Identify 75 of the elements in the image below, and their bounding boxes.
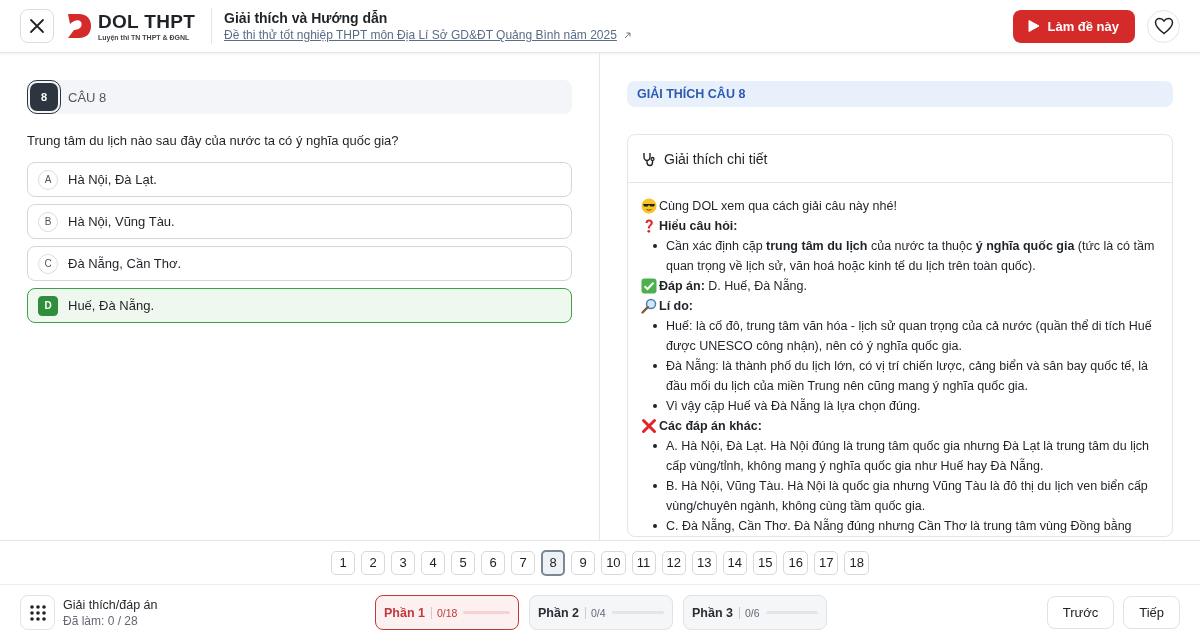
page-number-button[interactable]: 12: [661, 550, 687, 575]
magnifier-icon: [641, 298, 657, 314]
smiley-sunglasses-icon: [641, 198, 657, 214]
section-label: Phần 3: [692, 605, 733, 620]
page-title: Giải thích và Hướng dẫn: [224, 10, 389, 26]
question-label: CÂU 8: [68, 89, 107, 105]
page-number-button[interactable]: 11: [631, 550, 656, 575]
start-button[interactable]: Làm đề này: [1013, 9, 1135, 43]
page-number-button[interactable]: 2: [361, 550, 386, 575]
page-number-button[interactable]: 14: [722, 550, 747, 575]
question-number: 8: [30, 83, 58, 111]
page-number-button[interactable]: 10: [601, 550, 626, 575]
stethoscope-icon: [640, 150, 656, 167]
answer-option[interactable]: A Hà Nội, Đà Lạt.: [27, 162, 572, 197]
page-number-button[interactable]: 3: [391, 550, 416, 575]
explanation-text: Cùng DOL xem qua cách giải câu này nhé!: [659, 198, 897, 215]
explanation-bullet: C. Đà Nẵng, Cần Thơ. Đà Nẵng đúng nhưng Cần Thơ là trung tâm vùng Đồng bằng: [666, 517, 1132, 535]
page-number-button[interactable]: 7: [511, 550, 536, 575]
section-tab[interactable]: Phần 1 0/18: [375, 595, 519, 630]
next-button[interactable]: Tiếp: [1123, 596, 1180, 629]
previous-button[interactable]: Trước: [1046, 596, 1115, 629]
option-text: Đà Nẵng, Cần Thơ.: [68, 256, 182, 271]
section-count: 0/4: [585, 606, 606, 619]
heart-icon: [1153, 17, 1174, 35]
explanation-text: Lí do:: [659, 298, 693, 315]
cross-mark-icon: [641, 418, 657, 434]
play-icon: [1027, 19, 1041, 33]
option-text: Huế, Đà Nẵng.: [68, 298, 154, 313]
card-title: Giải thích chi tiết: [664, 150, 768, 167]
brand-name: DOL THPT: [98, 11, 196, 32]
page-number-button[interactable]: 15: [753, 550, 778, 575]
page-number-button[interactable]: 6: [481, 550, 506, 575]
explanation-bullet: Đà Nẵng: là thành phố du lịch lớn, có vị trí chiến lược, cảng biển và sân bay quốc tế, là đầu mối du lịch của miền Trung nên cũng mang ý nghĩa quốc gia.: [666, 357, 1149, 395]
section-count: 0/18: [431, 606, 458, 619]
page-number-button[interactable]: 17: [813, 550, 839, 575]
page-number-button[interactable]: 18: [844, 550, 869, 575]
explanation-bullet: Cần xác định cặp trung tâm du lịch của nước ta thuộc ý nghĩa quốc gia (tức là có tầm quan trọng về lịch sử, văn hoá hoặc kinh tế du lịch trên toàn quốc).: [666, 238, 1156, 275]
option-text: Hà Nội, Đà Lạt.: [68, 172, 157, 187]
explanation-bullet: A. Hà Nội, Đà Lạt. Hà Nội đúng là trung tâm quốc gia nhưng Đà Lạt là trung tâm du lịch cấp vùng/tỉnh, không mang ý nghĩa quốc gia như Huế hay Đà Nẵng.: [666, 438, 1150, 475]
question-text: Trung tâm du lịch nào sau đây của nước ta có ý nghĩa quốc gia?: [27, 133, 400, 148]
section-label: Phần 1: [384, 605, 425, 620]
grid-icon: [28, 603, 47, 622]
page-number-button[interactable]: 4: [421, 550, 446, 575]
answer-option[interactable]: D Huế, Đà Nẵng.: [27, 288, 572, 323]
page-number-button[interactable]: 5: [451, 550, 476, 575]
explanation-bullet: Huế: là cố đô, trung tâm văn hóa - lịch sử quan trọng của cả nước (quần thể di tích Huế được UNESCO công nhận), nên có ý nghĩa quốc gia.: [666, 318, 1153, 355]
logo-icon: [66, 12, 92, 40]
mode-label: Giải thích/đáp án: [63, 597, 158, 612]
option-letter: D: [38, 295, 58, 316]
favorite-button[interactable]: [1147, 9, 1180, 43]
section-tab[interactable]: Phần 3 0/6: [683, 595, 827, 630]
option-text: Hà Nội, Vũng Tàu.: [68, 214, 175, 229]
explanation-text: Đáp án: D. Huế, Đà Nẵng.: [659, 277, 807, 295]
explanation-bullet: B. Hà Nội, Vũng Tàu. Hà Nội là quốc gia nhưng Vũng Tàu là đô thị du lịch ven biển cấp vùng/chuyên ngành, không cùng tầm quốc gia.: [666, 478, 1149, 515]
section-count: 0/6: [739, 606, 760, 619]
close-icon: [28, 17, 46, 35]
explanation-bullet: Vì vậy cặp Huế và Đà Nẵng là lựa chọn đúng.: [666, 397, 921, 415]
progress-text: Đã làm: 0 / 28: [63, 613, 139, 628]
answer-option[interactable]: B Hà Nội, Vũng Tàu.: [27, 204, 572, 239]
close-button[interactable]: [20, 9, 54, 43]
explanation-heading: GIẢI THÍCH CÂU 8: [627, 81, 1173, 107]
page-number-button[interactable]: 9: [571, 550, 596, 575]
page-number-button[interactable]: 8: [541, 549, 566, 576]
page-number-button[interactable]: 1: [331, 550, 356, 575]
question-grid-button[interactable]: [20, 595, 55, 630]
section-label: Phần 2: [538, 605, 579, 620]
page-number-button[interactable]: 16: [783, 550, 808, 575]
external-link-icon: [622, 30, 632, 40]
section-tab[interactable]: Phần 2 0/4: [529, 595, 673, 630]
checkmark-icon: [641, 278, 657, 294]
answer-option[interactable]: C Đà Nẵng, Cần Thơ.: [27, 246, 572, 281]
explanation-text: Các đáp án khác:: [659, 418, 762, 435]
page-number-button[interactable]: 13: [692, 550, 717, 575]
explanation-text: Hiểu câu hỏi:: [659, 218, 738, 235]
exam-link[interactable]: Đề thi thử tốt nghiệp THPT môn Địa Lí Sở GD&ĐT Quảng Bình năm 2025: [224, 28, 617, 42]
